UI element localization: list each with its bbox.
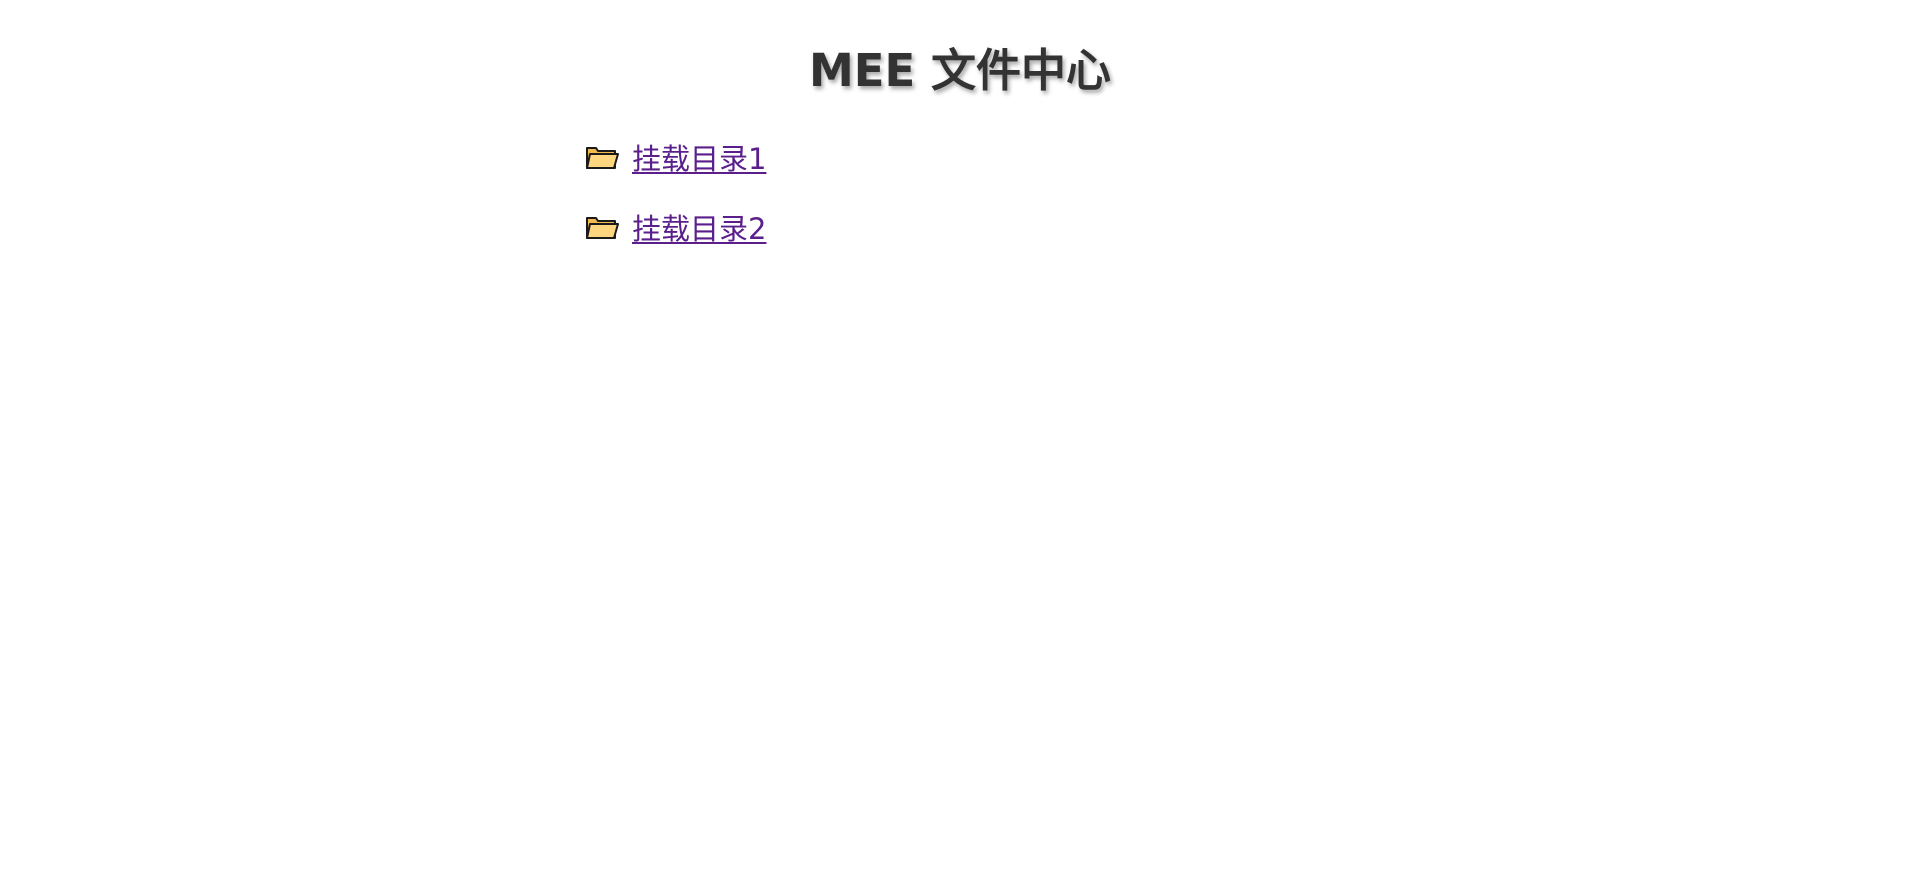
folder-link-1[interactable]: 挂载目录1 xyxy=(632,136,766,178)
folder-list: 挂载目录1 挂载目录2 xyxy=(585,132,766,272)
folder-icon xyxy=(585,143,619,171)
folder-link-2[interactable]: 挂载目录2 xyxy=(632,206,766,248)
folder-icon xyxy=(585,213,619,241)
page-title: MEE 文件中心 xyxy=(809,44,1111,97)
list-item: 挂载目录2 xyxy=(585,202,766,252)
page: MEE 文件中心 挂载目录1 挂载目录2 xyxy=(0,0,1920,889)
list-item: 挂载目录1 xyxy=(585,132,766,182)
